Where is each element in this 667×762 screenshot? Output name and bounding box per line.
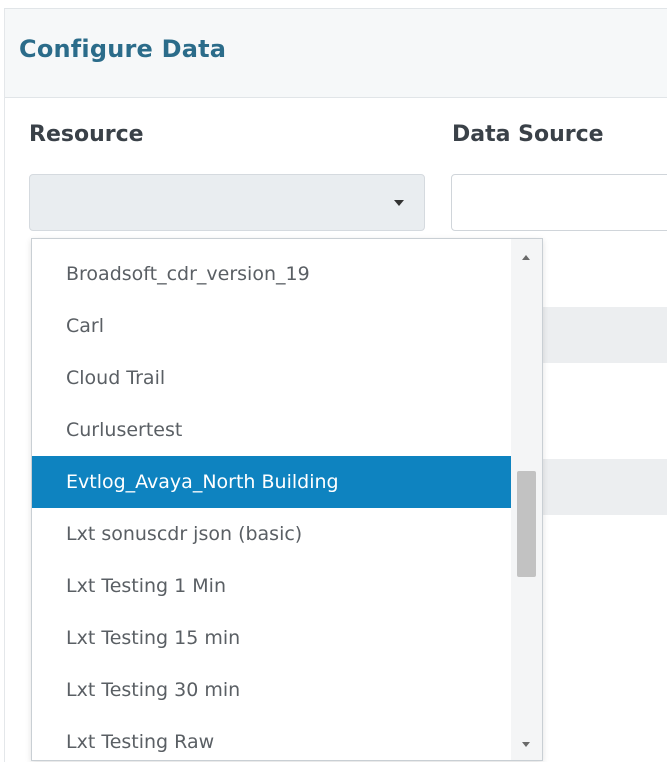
dropdown-option[interactable]: Cloud Trail [32,352,511,404]
dropdown-option[interactable]: Lxt Testing 30 min [32,664,511,716]
resource-dropdown-list[interactable]: Broadsoft_cdr_version_19 Carl Cloud Trai… [31,238,543,761]
dropdown-option[interactable]: Lxt Testing 15 min [32,612,511,664]
data-source-input[interactable] [451,174,667,231]
dropdown-option[interactable]: Lxt sonuscdr json (basic) [32,508,511,560]
panel-header: Configure Data [5,9,667,98]
scroll-up-arrow-icon[interactable] [522,255,530,260]
dropdown-option-selected[interactable]: Evtlog_Avaya_North Building [32,456,511,508]
configure-data-panel: Configure Data Resource Data Source Broa… [4,8,667,762]
dropdown-option[interactable]: Lxt Testing Raw [32,716,511,760]
dropdown-option[interactable]: Lxt Testing 1 Min [32,560,511,612]
dropdown-option[interactable]: Broadsoft_cdr_version_19 [32,248,511,300]
scrollbar-thumb[interactable] [517,471,536,577]
caret-down-icon [394,200,404,206]
dropdown-scrollbar[interactable] [511,239,542,760]
scroll-down-arrow-icon[interactable] [522,742,530,747]
page-title: Configure Data [19,35,227,63]
dropdown-option[interactable]: Carl [32,300,511,352]
dropdown-option[interactable]: Curlusertest [32,404,511,456]
resource-label: Resource [29,122,144,147]
resource-select[interactable] [29,174,425,231]
data-source-label: Data Source [452,122,604,147]
